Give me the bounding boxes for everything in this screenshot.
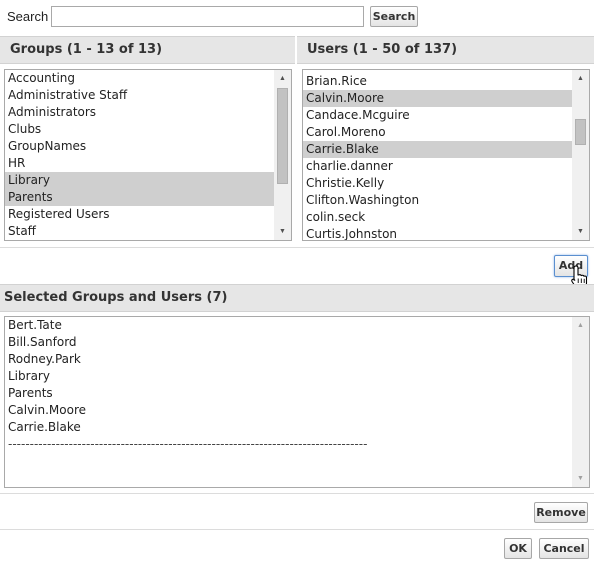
divider: [0, 529, 594, 530]
users-listbox[interactable]: Brian.Rice Calvin.Moore Candace.Mcguire Car…: [302, 69, 590, 241]
groups-list: Accounting Administrative Staff Administra…: [5, 70, 274, 240]
scroll-up-arrow-icon[interactable]: ▲: [572, 317, 589, 334]
users-scrollbar[interactable]: ▲ ▼: [572, 70, 589, 240]
groups-item[interactable]: HR: [5, 155, 274, 172]
groups-item[interactable]: Administrative Staff: [5, 87, 274, 104]
users-item[interactable]: Calvin.Moore: [303, 90, 572, 107]
selected-listbox[interactable]: Bert.Tate Bill.Sanford Rodney.Park Library P…: [4, 316, 590, 488]
groups-listbox[interactable]: Accounting Administrative Staff Administra…: [4, 69, 292, 241]
users-list: Brian.Rice Calvin.Moore Candace.Mcguire Car…: [303, 73, 572, 240]
groups-item[interactable]: Clubs: [5, 121, 274, 138]
selected-item[interactable]: Calvin.Moore: [5, 402, 572, 419]
groups-item[interactable]: Registered Users: [5, 206, 274, 223]
users-item[interactable]: Candace.Mcguire: [303, 107, 572, 124]
selected-scrollbar[interactable]: ▲ ▼: [572, 317, 589, 487]
groups-item[interactable]: GroupNames: [5, 138, 274, 155]
divider: [0, 493, 594, 494]
users-item[interactable]: Curtis.Johnston: [303, 226, 572, 240]
selected-item[interactable]: Parents: [5, 385, 572, 402]
search-input[interactable]: [51, 6, 364, 27]
groups-item[interactable]: Administrators: [5, 104, 274, 121]
groups-item[interactable]: Parents: [5, 189, 274, 206]
separator-line: ----------------------------------------…: [8, 437, 368, 451]
selected-item[interactable]: Library: [5, 368, 572, 385]
selected-item[interactable]: Carrie.Blake: [5, 419, 572, 436]
ok-button[interactable]: OK: [504, 538, 532, 559]
groups-item[interactable]: Staff: [5, 223, 274, 240]
scroll-up-arrow-icon[interactable]: ▲: [572, 70, 589, 87]
users-item[interactable]: Carol.Moreno: [303, 124, 572, 141]
groups-scroll-thumb[interactable]: [277, 88, 288, 184]
selected-item[interactable]: Rodney.Park: [5, 351, 572, 368]
groups-item[interactable]: Accounting: [5, 70, 274, 87]
scroll-up-arrow-icon[interactable]: ▲: [274, 70, 291, 87]
scroll-down-arrow-icon[interactable]: ▼: [572, 223, 589, 240]
divider: [0, 247, 594, 248]
remove-button[interactable]: Remove: [534, 502, 588, 523]
selected-item[interactable]: Bill.Sanford: [5, 334, 572, 351]
selected-list: Bert.Tate Bill.Sanford Rodney.Park Library P…: [5, 317, 572, 453]
users-scroll-thumb[interactable]: [575, 119, 586, 145]
users-item[interactable]: Clifton.Washington: [303, 192, 572, 209]
search-button[interactable]: Search: [370, 6, 418, 27]
groups-scrollbar[interactable]: ▲ ▼: [274, 70, 291, 240]
search-bar: Search Search: [0, 0, 594, 34]
users-item[interactable]: Christie.Kelly: [303, 175, 572, 192]
users-item[interactable]: Carrie.Blake: [303, 141, 572, 158]
selected-item[interactable]: Bert.Tate: [5, 317, 572, 334]
groups-item[interactable]: Library: [5, 172, 274, 189]
users-item[interactable]: Brian.Rice: [303, 73, 572, 90]
search-label: Search: [7, 9, 49, 24]
scroll-down-arrow-icon[interactable]: ▼: [274, 223, 291, 240]
groups-header: Groups (1 - 13 of 13): [0, 36, 295, 64]
users-item[interactable]: charlie.danner: [303, 158, 572, 175]
scroll-down-arrow-icon[interactable]: ▼: [572, 470, 589, 487]
users-header: Users (1 - 50 of 137): [297, 36, 594, 64]
cancel-button[interactable]: Cancel: [539, 538, 589, 559]
users-item[interactable]: colin.seck: [303, 209, 572, 226]
selected-header: Selected Groups and Users (7): [0, 284, 594, 312]
